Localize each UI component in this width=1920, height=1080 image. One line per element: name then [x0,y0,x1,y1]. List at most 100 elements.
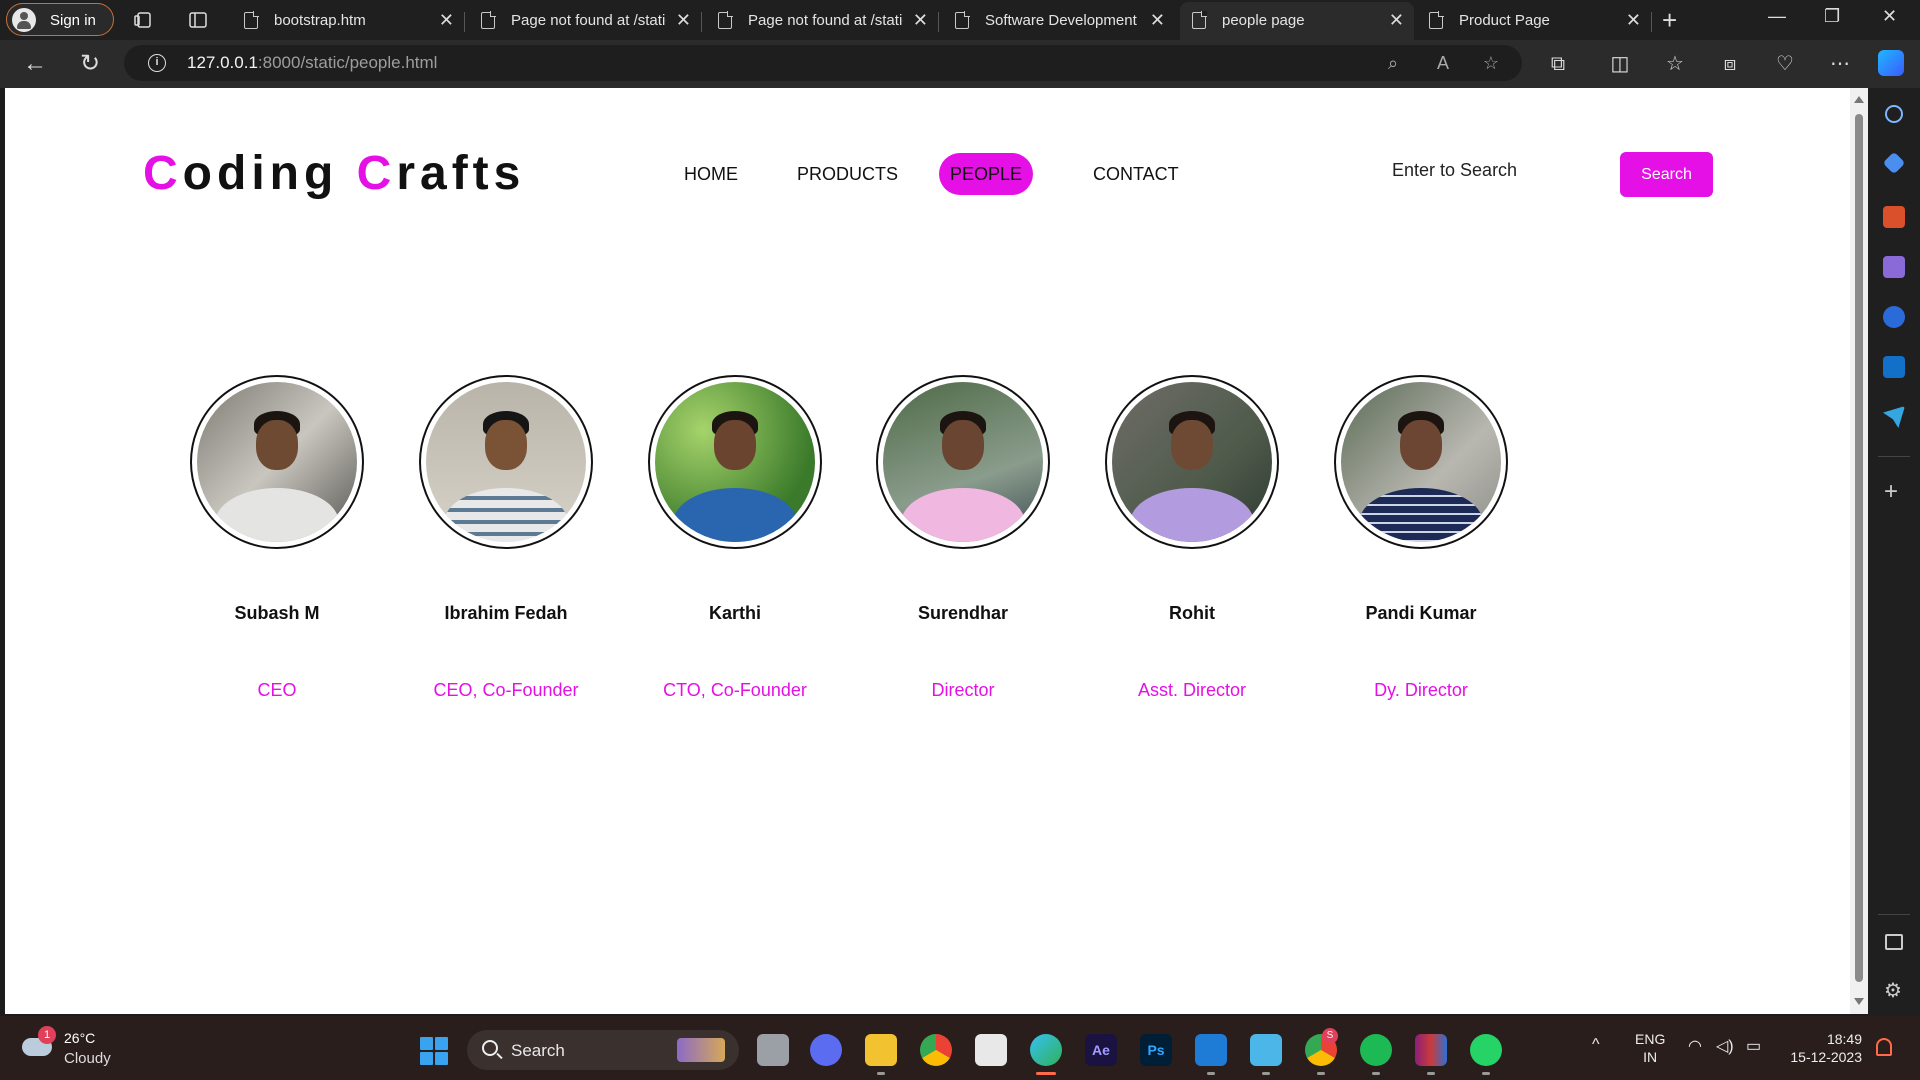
nav-home[interactable]: HOME [673,153,749,195]
person-photo [648,375,822,549]
drop-icon[interactable] [1883,406,1905,428]
nav-people[interactable]: PEOPLE [939,153,1034,195]
close-tab-icon[interactable]: ✕ [439,10,454,31]
notification-bell-icon[interactable] [1876,1038,1892,1056]
person-name: Karthi [708,603,761,623]
tab-title: Product Page [1459,12,1550,29]
battery-icon[interactable]: ▭ [1746,1036,1761,1056]
document-icon [955,11,970,29]
start-windows-icon[interactable] [420,1037,448,1065]
browser-tab-bar: Sign in bootstrap.htm ✕ Page not found a… [0,0,1920,40]
edge-icon[interactable] [1030,1034,1062,1066]
person-role: Dy. Director [1374,680,1468,700]
tab-software-development[interactable]: Software Development ✕ [943,2,1175,40]
close-window-icon[interactable]: ✕ [1882,6,1897,27]
document-icon [718,11,733,29]
address-bar[interactable]: i 127.0.0.1:8000/static/people.html ⌕ A … [124,45,1522,81]
close-tab-icon[interactable]: ✕ [676,10,691,31]
show-hidden-icons-chevron-icon[interactable]: ^ [1592,1036,1600,1054]
weather-description[interactable]: Cloudy [64,1050,111,1067]
read-aloud-icon[interactable]: A [1432,53,1454,75]
tab-page-not-found-2[interactable]: Page not found at /static ✕ [706,2,939,40]
shopping-tag-icon[interactable] [1882,151,1906,175]
settings-gear-icon[interactable]: ⚙ [1884,978,1902,1003]
restore-icon[interactable]: ❐ [1824,6,1840,27]
add-sidebar-app-icon[interactable]: + [1884,478,1898,506]
person-role: CEO [257,680,297,700]
extensions-icon[interactable]: ⧉ [1544,50,1572,78]
tab-title: Page not found at /static [511,12,666,29]
tab-title: Page not found at /static [748,12,903,29]
microsoft-365-icon[interactable] [1883,306,1905,328]
tab-product-page[interactable]: Product Page ✕ [1417,2,1652,40]
favorites-icon[interactable]: ☆ [1661,50,1689,78]
scroll-down-arrow-icon[interactable] [1854,998,1864,1005]
search-input[interactable] [1383,149,1613,191]
zoom-icon[interactable]: ⌕ [1382,53,1404,75]
wifi-icon[interactable]: ◠ [1688,1036,1702,1056]
close-tab-icon[interactable]: ✕ [1389,10,1404,31]
document-icon [1429,11,1444,29]
person-name: Subash M [234,603,320,623]
outlook-icon[interactable] [1883,356,1905,378]
sign-in-button[interactable]: Sign in [6,3,114,36]
teams-chat-icon[interactable] [810,1034,842,1066]
nav-products[interactable]: PRODUCTS [786,153,909,195]
notepad-icon[interactable] [1250,1034,1282,1066]
close-tab-icon[interactable]: ✕ [913,10,928,31]
system-clock[interactable]: 18:49 15-12-2023 [1786,1030,1862,1066]
vscode-icon[interactable] [1195,1034,1227,1066]
minimize-icon[interactable]: — [1768,6,1786,27]
file-explorer-icon[interactable] [865,1034,897,1066]
sidebar-toggle-icon[interactable] [1885,934,1903,950]
search-button[interactable]: Search [1620,152,1713,197]
close-tab-icon[interactable]: ✕ [1150,10,1165,31]
taskbar-search-box[interactable]: Search [467,1030,739,1070]
store-icon[interactable] [975,1034,1007,1066]
search-icon[interactable] [1885,105,1903,123]
nav-contact[interactable]: CONTACT [1082,153,1190,195]
tab-page-not-found-1[interactable]: Page not found at /static ✕ [469,2,702,40]
tools-icon[interactable] [1883,206,1905,228]
favorite-star-icon[interactable]: ☆ [1480,53,1502,75]
refresh-icon[interactable]: ↻ [76,50,104,78]
url-text[interactable]: 127.0.0.1:8000/static/people.html [187,53,437,73]
workspaces-icon[interactable] [133,9,155,31]
scroll-up-arrow-icon[interactable] [1854,96,1864,103]
person-photo [1334,375,1508,549]
back-arrow-icon[interactable]: ← [21,50,49,78]
person-role: Director [931,680,995,700]
copilot-icon[interactable] [1878,50,1904,76]
scroll-thumb[interactable] [1855,114,1863,982]
browser-essentials-icon[interactable]: ♡ [1771,50,1799,78]
input-language[interactable]: ENG IN [1635,1030,1665,1066]
collections-icon[interactable]: ⧈ [1716,50,1744,78]
winrar-icon[interactable] [1415,1034,1447,1066]
tab-title: bootstrap.htm [274,12,366,29]
more-options-icon[interactable]: ⋯ [1826,50,1854,78]
whatsapp-icon[interactable] [1470,1034,1502,1066]
chrome-icon[interactable] [920,1034,952,1066]
tab-bootstrap[interactable]: bootstrap.htm ✕ [232,2,465,40]
person-name: Pandi Kumar [1365,603,1477,623]
task-view-icon[interactable] [757,1034,789,1066]
close-tab-icon[interactable]: ✕ [1626,10,1641,31]
spotify-icon[interactable] [1360,1034,1392,1066]
person-name: Surendhar [917,603,1009,623]
tab-actions-icon[interactable] [187,9,209,31]
after-effects-icon[interactable]: Ae [1085,1034,1117,1066]
weather-badge: 1 [38,1026,56,1044]
profile-avatar-icon [12,8,36,32]
browser-toolbar: ← ↻ i 127.0.0.1:8000/static/people.html … [0,40,1920,88]
split-screen-icon[interactable]: ◫ [1606,50,1634,78]
page-scrollbar[interactable] [1850,88,1868,1014]
weather-temperature[interactable]: 26°C [64,1030,95,1046]
tab-people-page[interactable]: people page ✕ [1180,2,1414,40]
volume-icon[interactable]: ◁) [1716,1036,1734,1056]
games-icon[interactable] [1883,256,1905,278]
new-tab-icon[interactable]: + [1662,5,1677,36]
site-info-icon[interactable]: i [148,54,166,72]
photoshop-icon[interactable]: Ps [1140,1034,1172,1066]
page-viewport: Coding Crafts HOME PRODUCTS PEOPLE CONTA… [5,88,1850,1014]
site-logo[interactable]: Coding Crafts [143,146,525,201]
